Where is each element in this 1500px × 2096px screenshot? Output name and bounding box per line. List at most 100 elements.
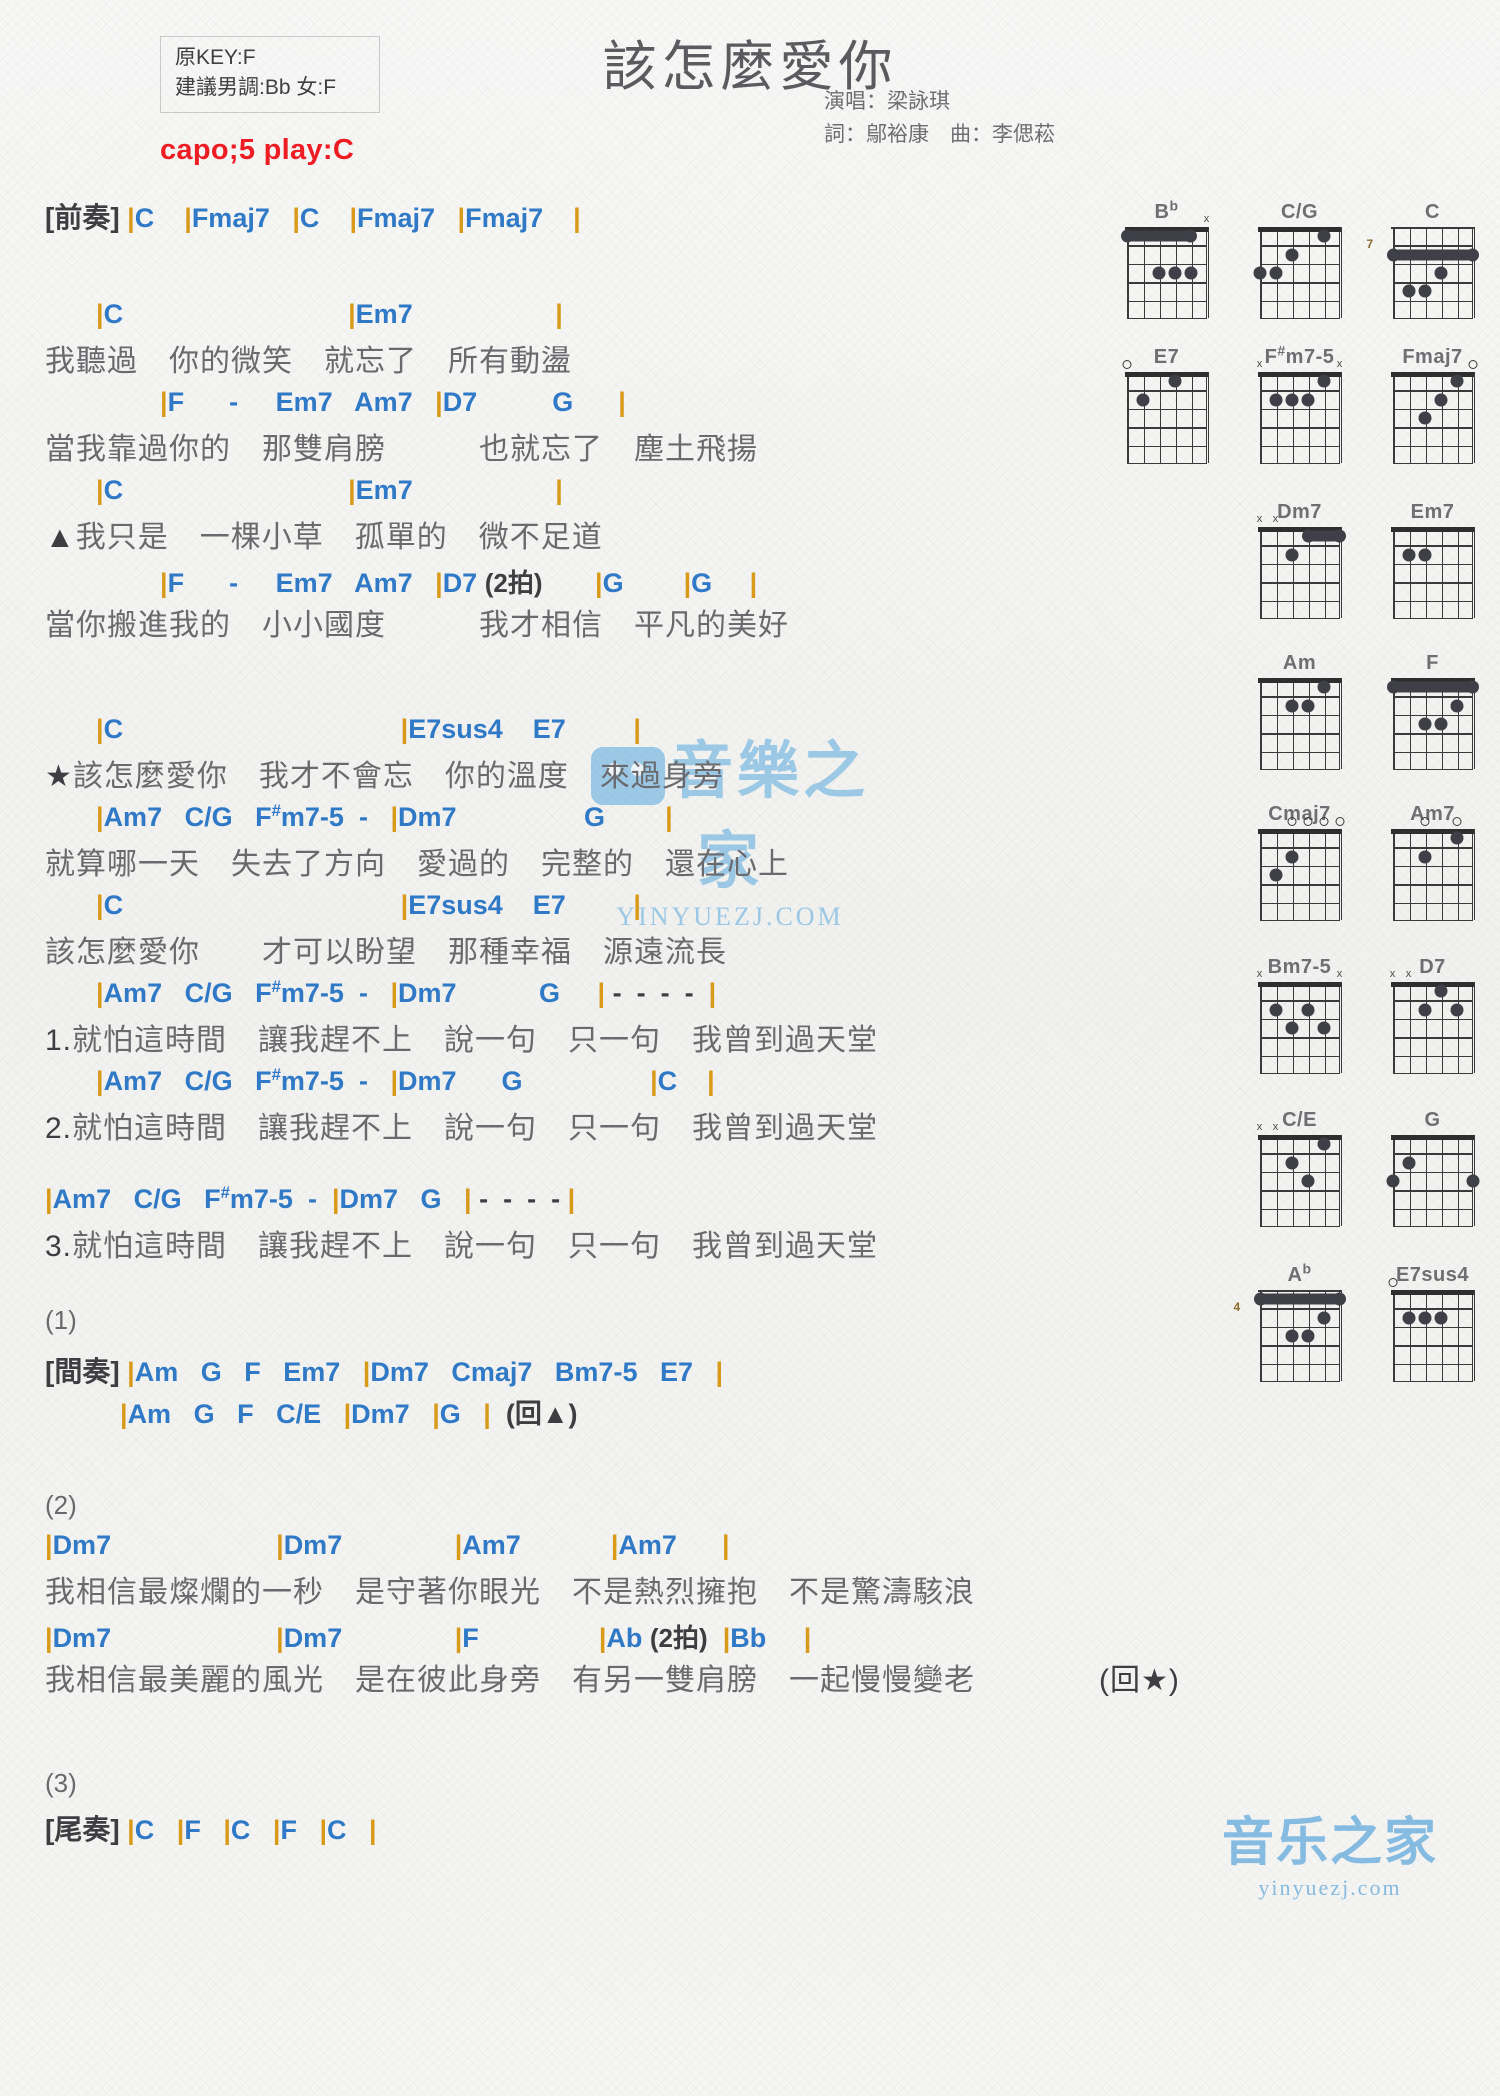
- string-markers: xx: [1256, 513, 1340, 527]
- chord-line: |Am7 C/G F#m7-5 - |Dm7 G | - - - - |: [96, 977, 717, 1008]
- muted-string-icon: x: [1256, 358, 1263, 370]
- finger-position-dot: [1136, 393, 1149, 407]
- string-markers: [1260, 665, 1340, 678]
- barre-chord-bar: [1120, 229, 1197, 243]
- chord-diagram: C/G: [1233, 200, 1366, 323]
- finger-position-dot: [1402, 1311, 1415, 1325]
- finger-position-dot: [1285, 1329, 1298, 1343]
- muted-string-icon: x: [1256, 968, 1263, 980]
- finger-position-dot: [1269, 1003, 1282, 1017]
- muted-string-icon: x: [1203, 213, 1210, 225]
- finger-position-dot: [1301, 1329, 1314, 1343]
- lyric-line: 當我靠過你的 那雙肩膀 也就忘了 塵土飛揚: [45, 433, 758, 466]
- finger-position-dot: [1285, 248, 1298, 262]
- section-number: (1): [45, 1305, 77, 1335]
- string-markers: xx: [1390, 968, 1473, 982]
- finger-position-dot: [1386, 1174, 1399, 1188]
- muted-string-icon: x: [1272, 513, 1279, 525]
- string-markers: [1393, 514, 1473, 527]
- string-markers: [1393, 665, 1473, 678]
- open-string-icon: [1122, 360, 1131, 369]
- chord-line: |Dm7 |Dm7 |Am7 |Am7 |: [45, 1530, 730, 1560]
- chord-line: |Am7 C/G F#m7-5 - |Dm7 G | - - - - |: [45, 1183, 576, 1214]
- string-markers: xx: [1256, 1121, 1340, 1135]
- finger-position-dot: [1285, 850, 1298, 864]
- finger-position-dot: [1402, 548, 1415, 562]
- finger-position-dot: [1317, 374, 1330, 388]
- barre-chord-bar: [1386, 248, 1479, 262]
- string-markers: [1388, 1277, 1473, 1290]
- finger-position-dot: [1253, 266, 1266, 280]
- finger-position-dot: [1285, 393, 1298, 407]
- lyric-line: 當你搬進我的 小小國度 我才相信 平凡的美好: [45, 609, 789, 642]
- finger-position-dot: [1450, 374, 1463, 388]
- string-markers: [1393, 359, 1477, 372]
- string-markers: [1393, 816, 1473, 829]
- chord-line: |Dm7 |Dm7 |F |Ab (2拍) |Bb |: [45, 1623, 812, 1653]
- chord-line: [間奏] |Am G F Em7 |Dm7 Cmaj7 Bm7-5 E7 |: [45, 1356, 724, 1387]
- finger-position-dot: [1434, 1311, 1447, 1325]
- chord-line: |C |Em7 |: [96, 475, 563, 505]
- lyric-line: 我相信最燦爛的一秒 是守著你眼光 不是熱烈擁抱 不是驚濤駭浪: [45, 1576, 975, 1609]
- string-markers: xx: [1256, 358, 1343, 372]
- finger-position-dot: [1317, 1311, 1330, 1325]
- finger-position-dot: [1269, 868, 1282, 882]
- chord-diagram: Bb x: [1100, 198, 1233, 323]
- finger-position-dot: [1285, 1021, 1298, 1035]
- chord-diagram: Cmaj7: [1233, 802, 1366, 925]
- chord-line: |F - Em7 Am7 |D7 G |: [160, 387, 626, 417]
- finger-position-dot: [1152, 266, 1165, 280]
- finger-position-dot: [1418, 1311, 1431, 1325]
- fretboard-grid: [1126, 372, 1210, 464]
- muted-string-icon: x: [1405, 968, 1412, 980]
- chord-diagram: Am: [1233, 651, 1366, 774]
- chord-diagram-row: C/E x x G: [1100, 1108, 1500, 1231]
- chord-diagram-row: Dm7 x x Em7: [1100, 500, 1500, 623]
- chord-line: |C |Em7 |: [96, 299, 563, 329]
- nut-bar: [1390, 227, 1474, 229]
- finger-position-dot: [1184, 266, 1197, 280]
- nut-bar: [1390, 1290, 1474, 1295]
- nut-bar: [1390, 1135, 1474, 1140]
- fret-position-label: 4: [1233, 1300, 1241, 1314]
- finger-position-dot: [1317, 1137, 1330, 1151]
- nut-bar: [1257, 982, 1341, 987]
- muted-string-icon: x: [1272, 1121, 1279, 1133]
- finger-position-dot: [1418, 717, 1431, 731]
- finger-position-dot: [1418, 548, 1431, 562]
- finger-position-dot: [1434, 984, 1447, 998]
- fretboard-grid: [1392, 527, 1476, 619]
- page-title: 該怎麼愛你: [602, 37, 898, 97]
- finger-position-dot: [1269, 393, 1282, 407]
- string-markers: [1260, 214, 1340, 227]
- chord-diagram: G: [1366, 1108, 1499, 1231]
- lyric-line: 我聽過 你的微笑 就忘了 所有動盪: [45, 345, 572, 378]
- chord-diagram: D7 x x: [1366, 955, 1499, 1078]
- nut-bar: [1390, 527, 1474, 532]
- chord-line: |F - Em7 Am7 |D7 (2拍) |G |G |: [160, 568, 758, 598]
- finger-position-dot: [1434, 393, 1447, 407]
- capo-label: capo;5 play:C: [160, 134, 355, 166]
- open-string-icon: [1452, 817, 1461, 826]
- muted-string-icon: x: [1256, 1121, 1263, 1133]
- open-string-icon: [1468, 360, 1477, 369]
- chord-line: [前奏] |C |Fmaj7 |C |Fmaj7 |Fmaj7 |: [45, 202, 581, 233]
- lyric-line: ▲我只是 一棵小草 孤單的 微不足道: [45, 521, 603, 554]
- writers-label: 詞：鄔裕康 曲：李偲菘: [824, 122, 1055, 146]
- string-markers: xx: [1256, 968, 1343, 982]
- finger-position-dot: [1301, 393, 1314, 407]
- fretboard-grid: [1392, 982, 1476, 1074]
- chord-diagram: C7: [1366, 200, 1499, 323]
- finger-position-dot: [1402, 1156, 1415, 1170]
- chord-diagram: E7sus4: [1366, 1263, 1499, 1386]
- lyric-line: 該怎麼愛你 才可以盼望 那種幸福 源遠流長: [45, 936, 727, 969]
- chord-diagram: Em7: [1366, 500, 1499, 623]
- string-markers: [1260, 1277, 1340, 1290]
- muted-string-icon: x: [1256, 513, 1263, 525]
- lyric-line: ★該怎麼愛你 我才不會忘 你的溫度 來過身旁: [45, 760, 724, 793]
- fret-position-label: 7: [1366, 237, 1374, 251]
- barre-chord-bar: [1386, 680, 1479, 694]
- section-number: (3): [45, 1768, 77, 1798]
- string-markers: [1260, 816, 1344, 829]
- chord-diagram: Am7: [1366, 802, 1499, 925]
